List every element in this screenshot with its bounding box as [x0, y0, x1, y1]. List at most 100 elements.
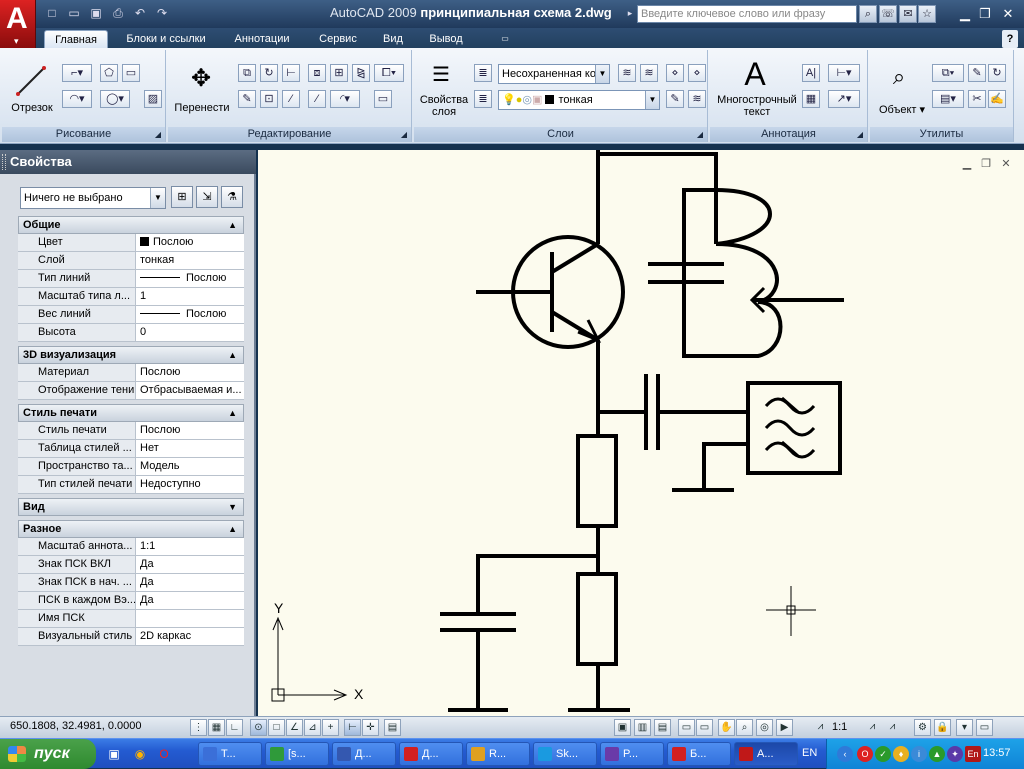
- quick-view-drawings-icon[interactable]: ▭: [696, 719, 713, 736]
- taskbar-button[interactable]: A...: [734, 742, 798, 766]
- redo-icon[interactable]: ↷: [154, 6, 170, 20]
- tab-tools[interactable]: Сервис: [308, 30, 368, 48]
- ortho-mode-icon[interactable]: ∟: [226, 719, 243, 736]
- workspace-switch-icon[interactable]: ⚙: [914, 719, 931, 736]
- object-snap-icon[interactable]: □: [268, 719, 285, 736]
- property-section-header[interactable]: Общие ▲: [18, 216, 244, 234]
- mtext-icon[interactable]: A: [740, 56, 770, 92]
- restore-icon[interactable]: ❐: [975, 5, 995, 23]
- open-file-icon[interactable]: ▭: [66, 6, 82, 20]
- property-row[interactable]: Высота 0: [18, 324, 244, 342]
- drawing-area[interactable]: ▁ ❐ ✕ Y X: [258, 150, 1024, 716]
- property-value[interactable]: Послою: [138, 364, 244, 381]
- communication-center-icon[interactable]: ☏: [879, 5, 897, 23]
- arc-icon[interactable]: ◠▾: [62, 90, 92, 108]
- property-row[interactable]: Слой тонкая: [18, 252, 244, 270]
- property-row[interactable]: Отображение тени Отбрасываемая и...: [18, 382, 244, 400]
- auto-scale-icon[interactable]: ⩘: [884, 719, 901, 736]
- layout1-icon[interactable]: ▥: [634, 719, 651, 736]
- stretch-icon[interactable]: ⊞: [330, 64, 348, 82]
- property-row[interactable]: Цвет Послою: [18, 234, 244, 252]
- dynamic-ucs-icon[interactable]: ⊿: [304, 719, 321, 736]
- circle-icon[interactable]: ◯▾: [100, 90, 130, 108]
- object-label[interactable]: Объект ▾: [872, 104, 932, 116]
- coordinates-readout[interactable]: 650.1808, 32.4981, 0.0000: [10, 720, 142, 732]
- tab-home[interactable]: Главная: [44, 30, 108, 48]
- collapse-icon[interactable]: ▲: [228, 521, 237, 537]
- property-row[interactable]: Визуальный стиль 2D каркас: [18, 628, 244, 646]
- explode-icon[interactable]: ⧠▾: [374, 64, 404, 82]
- panel-layers-title[interactable]: Слои ◢: [414, 127, 707, 142]
- property-value[interactable]: Послою: [138, 306, 244, 323]
- subscription-icon[interactable]: ✉: [899, 5, 917, 23]
- taskbar-button[interactable]: R...: [466, 742, 530, 766]
- clock[interactable]: 13:57: [983, 747, 1011, 759]
- toggle-pickadd-icon[interactable]: ⊞: [171, 186, 193, 208]
- property-value[interactable]: 1:1: [138, 538, 244, 555]
- status-tray-settings-icon[interactable]: ▾: [956, 719, 973, 736]
- clipboard-copy-icon[interactable]: ⧉▾: [932, 64, 964, 82]
- close-icon[interactable]: ✕: [998, 5, 1018, 23]
- layer-state-combo[interactable]: Несохраненная ко ▼: [498, 64, 610, 84]
- search-input[interactable]: Введите ключевое слово или фразу: [637, 5, 857, 23]
- layer-match-icon[interactable]: ≋: [640, 64, 658, 82]
- property-row[interactable]: Тип стилей печати Недоступно: [18, 476, 244, 494]
- tray-info-icon[interactable]: i: [911, 746, 927, 762]
- show-lineweight-icon[interactable]: ⊢: [344, 719, 361, 736]
- taskbar-button[interactable]: Sk...: [533, 742, 597, 766]
- multileader-icon[interactable]: ↗▾: [828, 90, 860, 108]
- edit-icon[interactable]: ✎: [968, 64, 986, 82]
- property-row[interactable]: Таблица стилей ... Нет: [18, 440, 244, 458]
- clean-screen-icon[interactable]: ▭: [976, 719, 993, 736]
- quick-select-icon[interactable]: ⌕: [884, 62, 914, 92]
- mirror-icon[interactable]: ⧎: [352, 64, 370, 82]
- panel-modify-title[interactable]: Редактирование ◢: [168, 127, 411, 142]
- property-row[interactable]: Масштаб типа л... 1: [18, 288, 244, 306]
- erase-icon[interactable]: ✎: [238, 90, 256, 108]
- hatch-icon[interactable]: ▨: [144, 90, 162, 108]
- tab-output[interactable]: Вывод: [422, 30, 470, 48]
- layer-freeze-icon[interactable]: ≋: [688, 90, 706, 108]
- quick-view-layouts-icon[interactable]: ▭: [678, 719, 695, 736]
- taskbar-button[interactable]: [s...: [265, 742, 329, 766]
- break-icon[interactable]: ⁄: [282, 90, 300, 108]
- property-row[interactable]: Знак ПСК в нач. ... Да: [18, 574, 244, 592]
- property-section-header[interactable]: Стиль печати ▲: [18, 404, 244, 422]
- rotate-icon[interactable]: ↻: [260, 64, 278, 82]
- collapse-icon[interactable]: ▲: [228, 217, 237, 233]
- layer-current-combo[interactable]: 💡●◎▣ тонкая ▼: [498, 90, 660, 110]
- property-section-header[interactable]: Разное ▲: [18, 520, 244, 538]
- property-row[interactable]: Знак ПСК ВКЛ Да: [18, 556, 244, 574]
- property-row[interactable]: Имя ПСК: [18, 610, 244, 628]
- annotation-scale-icon[interactable]: ⩘: [812, 719, 829, 736]
- lock-icon[interactable]: 🔒: [934, 719, 951, 736]
- quicklaunch-opera-icon[interactable]: O: [156, 746, 172, 762]
- layer-isolate-icon[interactable]: ⋄: [666, 64, 684, 82]
- help-icon[interactable]: ?: [1002, 30, 1018, 48]
- layer-manager-icon[interactable]: ≣: [474, 90, 492, 108]
- selection-combo[interactable]: Ничего не выбрано ▼: [20, 187, 166, 209]
- property-value[interactable]: Да: [138, 592, 244, 609]
- quick-select-filter-icon[interactable]: ⚗: [221, 186, 243, 208]
- object-snap-tracking-icon[interactable]: ∠: [286, 719, 303, 736]
- annotation-scale-readout[interactable]: 1:1: [832, 721, 847, 733]
- polar-tracking-icon[interactable]: ⊙: [250, 719, 267, 736]
- properties-title[interactable]: Свойства: [0, 150, 256, 174]
- taskbar-button[interactable]: Б...: [667, 742, 731, 766]
- line-tool-label[interactable]: Отрезок: [6, 102, 58, 114]
- property-section-header[interactable]: 3D визуализация ▲: [18, 346, 244, 364]
- property-value[interactable]: Послою: [138, 422, 244, 439]
- taskbar-button[interactable]: Д...: [399, 742, 463, 766]
- property-row[interactable]: Пространство та... Модель: [18, 458, 244, 476]
- property-value[interactable]: Да: [138, 556, 244, 573]
- property-value[interactable]: 2D каркас: [138, 628, 244, 645]
- property-row[interactable]: Масштаб аннота... 1:1: [18, 538, 244, 556]
- select-objects-icon[interactable]: ⇲: [196, 186, 218, 208]
- copy-icon[interactable]: ⧉: [238, 64, 256, 82]
- info-arrow-icon[interactable]: ▸: [622, 6, 638, 20]
- join-icon[interactable]: ⁄: [308, 90, 326, 108]
- pan-icon[interactable]: ✋: [718, 719, 735, 736]
- quicklaunch-icon[interactable]: ▣: [106, 746, 122, 762]
- line-tool-icon[interactable]: [14, 64, 48, 98]
- search-icon[interactable]: ⌕: [859, 5, 877, 23]
